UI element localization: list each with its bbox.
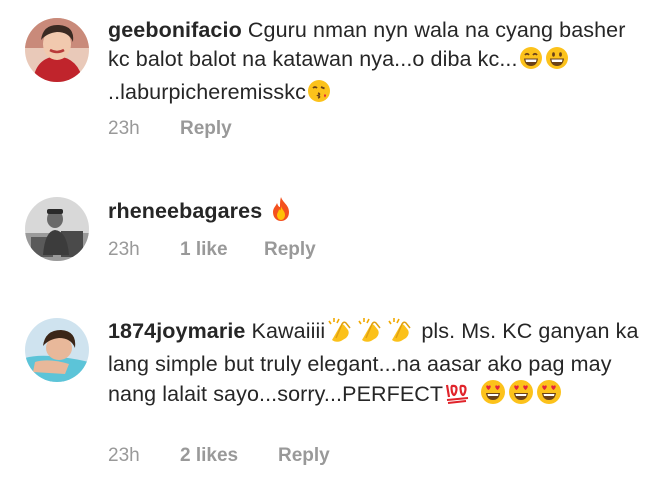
comment-body: rheneebagares (108, 196, 648, 230)
comment-time[interactable]: 23h (108, 444, 180, 468)
heart-eyes-emoji (480, 379, 506, 413)
likes-count[interactable]: 2 likes (180, 444, 278, 468)
comment-meta: 23h Reply (108, 117, 232, 141)
comment-body: geebonifacio Cguru nman nyn wala na cyan… (108, 16, 648, 111)
avatar[interactable] (25, 197, 89, 261)
comment-body: 1874joymarie Kawaiiii pls. Ms. KC ganyan… (108, 316, 648, 413)
heart-eyes-emoji (508, 379, 534, 413)
reply-button[interactable]: Reply (278, 444, 330, 468)
clapping-hands-emoji (326, 316, 354, 350)
grinning-smiling-eyes-emoji (519, 46, 543, 78)
clapping-hands-emoji (386, 316, 414, 350)
comment-text: Kawaiiii (251, 319, 326, 343)
avatar[interactable] (25, 18, 89, 82)
face-blowing-kiss-emoji (307, 79, 331, 111)
reply-button[interactable]: Reply (264, 238, 316, 262)
comment-username[interactable]: 1874joymarie (108, 319, 245, 343)
comment-time[interactable]: 23h (108, 117, 180, 141)
avatar[interactable] (25, 318, 89, 382)
comment-text: ..laburpicheremisskc (108, 80, 306, 104)
comment-meta: 23h 2 likes Reply (108, 444, 330, 468)
comment-username[interactable]: rheneebagares (108, 199, 262, 223)
likes-count[interactable]: 1 like (180, 238, 264, 262)
fire-emoji (269, 196, 293, 230)
grinning-face-emoji (545, 46, 569, 78)
comment-meta: 23h 1 like Reply (108, 238, 316, 262)
heart-eyes-emoji (536, 379, 562, 413)
reply-button[interactable]: Reply (180, 117, 232, 141)
comment-time[interactable]: 23h (108, 238, 180, 262)
hundred-points-emoji (444, 381, 472, 413)
clapping-hands-emoji (356, 316, 384, 350)
comment-username[interactable]: geebonifacio (108, 18, 242, 42)
